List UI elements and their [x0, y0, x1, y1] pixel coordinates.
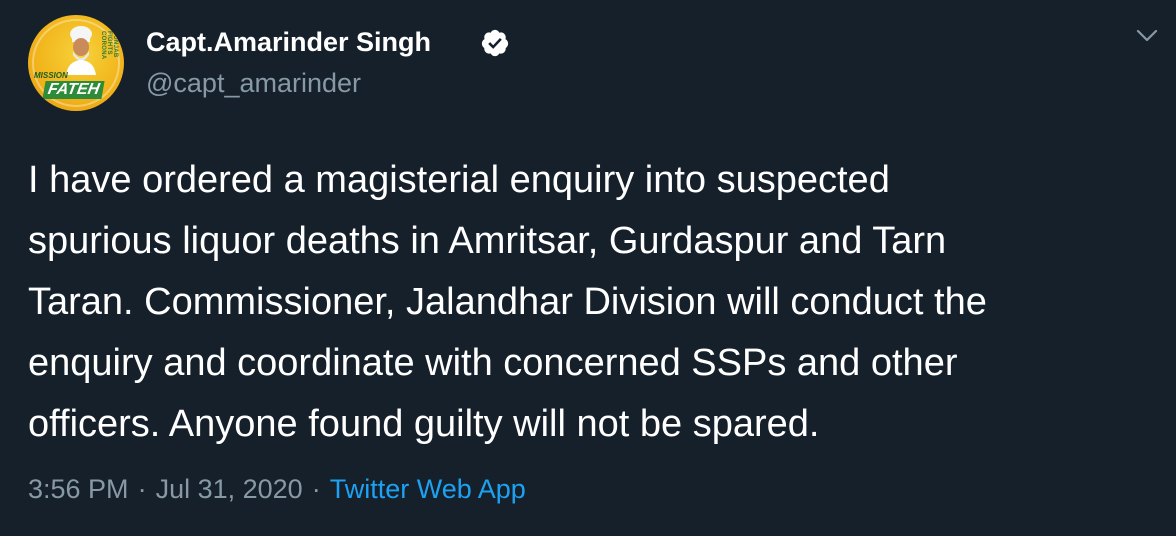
avatar-person-figure: [66, 26, 96, 75]
tweet-metadata: 3:56 PM · Jul 31, 2020 · Twitter Web App: [28, 474, 526, 505]
chevron-down-icon[interactable]: [1134, 26, 1160, 46]
tweet-source-link[interactable]: Twitter Web App: [330, 474, 526, 504]
tweet-card: PUNJAB FIGHTS CORONA MISSION FATEH Capt.…: [0, 0, 1176, 536]
avatar-mission-text: MISSION: [34, 71, 68, 80]
verified-badge-icon: [481, 29, 509, 57]
meta-separator: ·: [137, 474, 147, 504]
avatar-fateh-text: FATEH: [42, 81, 105, 99]
avatar[interactable]: PUNJAB FIGHTS CORONA MISSION FATEH: [28, 15, 124, 111]
tweet-text: I have ordered a magisterial enquiry int…: [28, 159, 987, 445]
user-handle[interactable]: @capt_amarinder: [146, 68, 361, 99]
tweet-time[interactable]: 3:56 PM: [28, 474, 129, 504]
meta-separator: ·: [311, 474, 321, 504]
display-name[interactable]: Capt.Amarinder Singh: [146, 27, 431, 58]
tweet-date[interactable]: Jul 31, 2020: [156, 474, 303, 504]
avatar-arc-text: PUNJAB FIGHTS CORONA: [100, 31, 118, 60]
